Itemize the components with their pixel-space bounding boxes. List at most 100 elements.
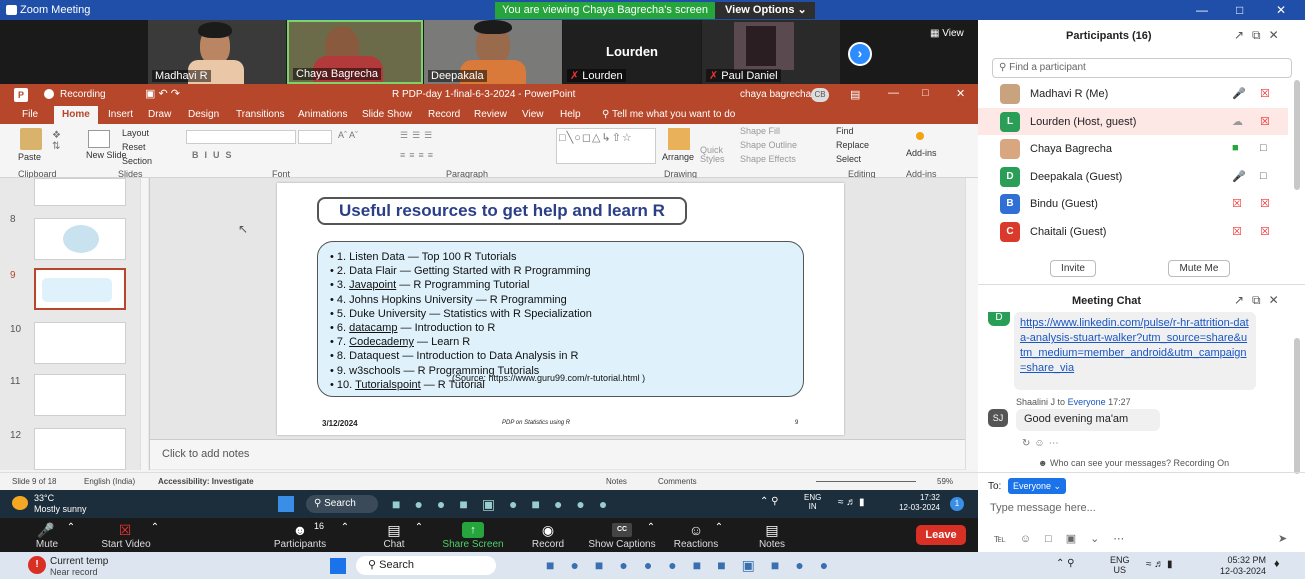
tell-me-search[interactable]: ⚲ Tell me what you want to do — [602, 109, 735, 120]
video-tile-madhavi[interactable]: Madhavi R — [148, 20, 286, 84]
tab-view[interactable]: View — [522, 109, 544, 120]
chat-scrollbar[interactable] — [1294, 338, 1300, 474]
reactions-button[interactable]: Reactions — [670, 539, 722, 550]
canvas-scrollbar[interactable] — [965, 178, 978, 470]
close-icon[interactable]: ✕ — [956, 87, 965, 100]
slide-thumbnail[interactable] — [34, 178, 126, 206]
tab-file[interactable]: File — [22, 109, 38, 120]
chevron-up-icon[interactable]: ⌃ — [150, 522, 160, 533]
tab-insert[interactable]: Insert — [108, 109, 133, 120]
accessibility-status[interactable]: Accessibility: Investigate — [158, 477, 254, 486]
participant-row[interactable]: Chaya Bagrecha ■ □ — [978, 135, 1288, 162]
share-screen-button[interactable]: Share Screen — [440, 539, 506, 550]
tab-transitions[interactable]: Transitions — [236, 109, 285, 120]
clipboard-small-icons[interactable]: ❖ ⇅ — [52, 130, 61, 152]
tab-record[interactable]: Record — [428, 109, 460, 120]
chevron-up-icon[interactable]: ⌃ — [414, 522, 424, 533]
restore-icon[interactable]: □ — [1236, 3, 1243, 17]
chat-recipient-select[interactable]: Everyone ⌄ — [1008, 478, 1066, 494]
qat-icons[interactable]: ▣ ↶ ↷ — [145, 87, 180, 100]
new-slide-button[interactable]: New Slide — [86, 150, 127, 160]
chat-reaction-icons[interactable]: ↻☺⋯ — [1022, 438, 1063, 449]
minimize-icon[interactable]: — — [1196, 3, 1208, 17]
tab-help[interactable]: Help — [560, 109, 581, 120]
tray-icons[interactable]: ⌃ ⚲ — [760, 496, 778, 507]
shapes-gallery[interactable]: □╲○◻△↳⇧☆ — [556, 128, 656, 164]
language-status[interactable]: English (India) — [84, 477, 135, 486]
shape-effects-button[interactable]: Shape Effects — [740, 154, 796, 164]
participants-scrollbar[interactable] — [1294, 80, 1300, 190]
ribbon-display-icon[interactable]: ▤ — [850, 88, 860, 101]
participants-button[interactable]: Participants — [268, 539, 332, 550]
linkedin-link[interactable]: https://www.linkedin.com/pulse/r-hr-attr… — [1020, 317, 1249, 374]
video-tile-chaya[interactable]: Chaya Bagrecha — [287, 20, 423, 84]
quick-styles-button[interactable]: Quick Styles — [700, 146, 730, 164]
panel-window-icons[interactable]: ↗⧉✕ — [1234, 28, 1287, 43]
participant-row[interactable]: L Lourden (Host, guest) ☁ ☒ — [978, 107, 1288, 135]
notification-bell-icon[interactable]: ♦ — [1274, 558, 1280, 570]
chat-input[interactable]: Type message here... — [990, 502, 1096, 514]
comments-toggle[interactable]: Comments — [658, 477, 697, 486]
addins-button[interactable]: Add-ins — [906, 148, 937, 158]
invite-button[interactable]: Invite — [1050, 260, 1096, 277]
video-tile-paul[interactable]: ✗ Paul Daniel — [702, 20, 840, 84]
participant-row[interactable]: C Chaitali (Guest) ☒ ☒ — [978, 218, 1288, 245]
view-button[interactable]: ▦ View — [930, 28, 964, 39]
record-icon[interactable]: ◉ — [538, 522, 558, 539]
participant-row[interactable]: Madhavi R (Me) 🎤 ☒ — [978, 80, 1288, 107]
chevron-up-icon[interactable]: ⌃ — [646, 522, 656, 533]
new-slide-icon[interactable] — [88, 130, 110, 148]
user-avatar[interactable]: CB — [811, 88, 829, 102]
zoom-slider[interactable] — [816, 481, 916, 482]
thumb-scrollbar[interactable] — [140, 178, 148, 470]
shape-fill-button[interactable]: Shape Fill — [740, 126, 780, 136]
tab-animations[interactable]: Animations — [298, 109, 347, 120]
captions-icon[interactable]: CC — [612, 523, 632, 537]
reset-button[interactable]: Reset — [122, 142, 146, 152]
chat-button[interactable]: Chat — [374, 539, 414, 550]
tab-design[interactable]: Design — [188, 109, 219, 120]
tab-home[interactable]: Home — [54, 106, 98, 124]
find-button[interactable]: Find — [836, 126, 854, 136]
video-off-icon[interactable]: ☒ — [114, 522, 136, 539]
notification-badge[interactable]: 1 — [950, 497, 964, 511]
restore-icon[interactable]: □ — [922, 87, 929, 99]
windows-start-icon[interactable] — [278, 496, 294, 512]
taskbar-search[interactable]: ⚲ Search — [356, 556, 496, 575]
mute-button[interactable]: Mute — [22, 539, 72, 550]
chevron-up-icon[interactable]: ⌃ — [66, 522, 76, 533]
font-name-field[interactable] — [186, 130, 296, 144]
font-format-icons[interactable]: BIUS — [192, 150, 238, 160]
video-tile-lourden[interactable]: Lourden ✗ Lourden — [563, 20, 701, 84]
slide-thumbnail[interactable] — [34, 374, 126, 416]
taskbar-clock[interactable]: 17:32 12-03-2024 — [894, 493, 940, 513]
next-page-icon[interactable]: › — [848, 42, 872, 66]
slide-thumbnail[interactable] — [34, 428, 126, 470]
notes-pane[interactable]: Click to add notes — [150, 439, 965, 469]
slide-thumbnail[interactable] — [34, 322, 126, 364]
taskbar-app-icons[interactable]: ■●●■▣●■●●● — [392, 496, 710, 514]
view-options-button[interactable]: View Options ⌄ — [715, 2, 815, 19]
taskbar-clock[interactable]: 05:32 PM 12-03-2024 — [1206, 555, 1266, 577]
paste-button[interactable]: Paste — [18, 152, 41, 162]
start-video-button[interactable]: Start Video — [94, 539, 158, 550]
record-button[interactable]: Record — [524, 539, 572, 550]
wifi-sound-battery-icons[interactable]: ≈ ♬ ▮ — [838, 497, 865, 508]
slide-9[interactable]: Useful resources to get help and learn R… — [277, 183, 844, 435]
chevron-up-icon[interactable]: ⌃ — [714, 522, 724, 533]
notes-button[interactable]: Notes — [752, 539, 792, 550]
input-language[interactable]: ENG IN — [804, 493, 821, 511]
share-screen-icon[interactable]: ↑ — [462, 522, 484, 538]
replace-button[interactable]: Replace — [836, 140, 869, 150]
participant-row[interactable]: B Bindu (Guest) ☒ ☒ — [978, 190, 1288, 217]
slide-thumbnail[interactable] — [34, 218, 126, 260]
layout-button[interactable]: Layout — [122, 128, 149, 138]
notes-toggle[interactable]: Notes — [606, 477, 627, 486]
mute-me-button[interactable]: Mute Me — [1168, 260, 1230, 277]
arrange-icon[interactable] — [668, 128, 690, 150]
leave-button[interactable]: Leave — [916, 525, 966, 545]
taskbar-app-icons[interactable]: ■●■●●●■■▣■●● — [546, 557, 986, 575]
align-icons[interactable]: ≡≡≡≡ — [400, 150, 437, 160]
zoom-level[interactable]: 59% — [937, 477, 953, 486]
chat-icon[interactable]: ▤ — [384, 522, 404, 539]
